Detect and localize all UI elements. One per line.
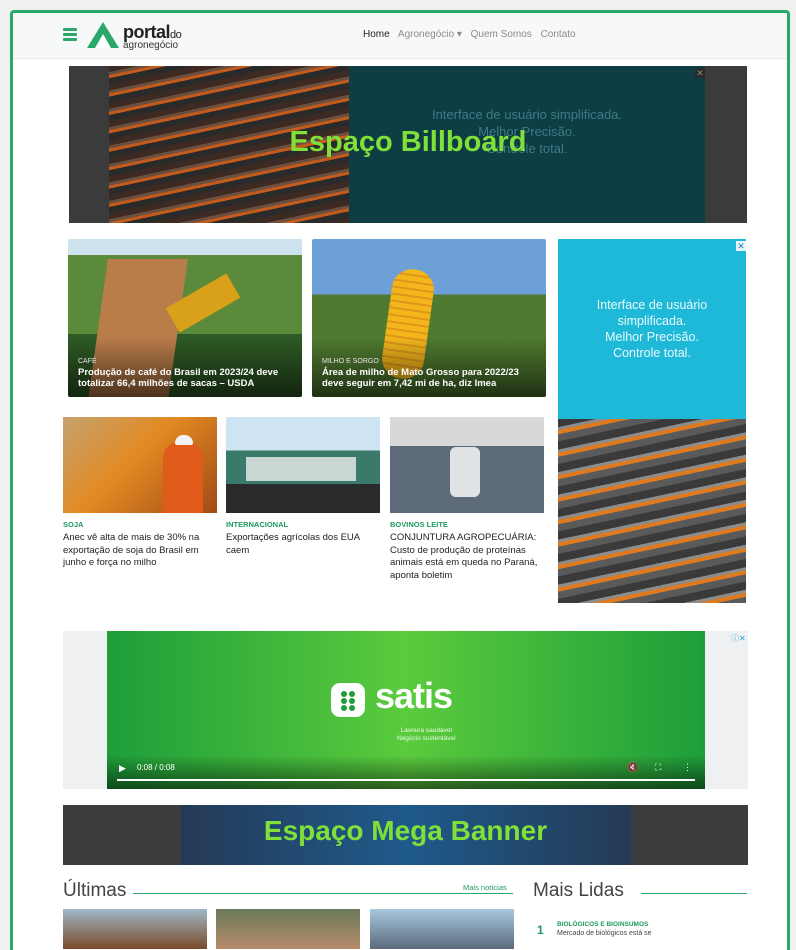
- nav-quem-somos[interactable]: Quem Somos: [471, 29, 532, 40]
- video-ad-player[interactable]: satis Lavoura saudável Negócio sustentáv…: [107, 631, 705, 789]
- browser-page: portaldo agronegócio Home Agronegócio ▾ …: [10, 10, 790, 950]
- play-icon[interactable]: ▶: [119, 763, 126, 774]
- sidebar-ad[interactable]: Interface de usuário simplificada. Melho…: [558, 239, 746, 603]
- news-image[interactable]: [226, 417, 380, 513]
- news-category[interactable]: BOVINOS LEITE: [390, 520, 544, 529]
- sidebar-ad-line: Melhor Precisão.: [605, 330, 699, 344]
- satis-logo-icon: [331, 683, 365, 717]
- news-image[interactable]: [63, 417, 217, 513]
- nav-agronegocio[interactable]: Agronegócio ▾: [398, 29, 462, 40]
- ad-close-icon[interactable]: ✕: [695, 68, 705, 78]
- featured-card-corn[interactable]: MILHO E SORGO Área de milho de Mato Gros…: [312, 239, 546, 397]
- news-category[interactable]: INTERNACIONAL: [226, 520, 380, 529]
- featured-category[interactable]: MILHO E SORGO: [322, 358, 379, 365]
- news-image[interactable]: [390, 417, 544, 513]
- mais-lidas-divider: [641, 893, 747, 894]
- sidebar-ad-text: Interface de usuário simplificada. Melho…: [558, 297, 746, 361]
- sidebar-ad-conveyor-image: [558, 419, 746, 603]
- featured-title[interactable]: Área de milho de Mato Grosso para 2022/2…: [322, 367, 542, 389]
- news-category[interactable]: SOJA: [63, 520, 217, 529]
- logo-triangle-icon: [87, 22, 119, 48]
- billboard-ghost-line: Interface de usuário simplificada.: [431, 107, 623, 122]
- sidebar-ad-line: Controle total.: [613, 346, 691, 360]
- news-card-soja[interactable]: SOJA Anec vê alta de mais de 30% na expo…: [63, 417, 217, 570]
- ad-close-icon[interactable]: ✕: [736, 241, 746, 251]
- latest-news-thumb[interactable]: [216, 909, 360, 949]
- billboard-title: Espaço Billboard: [289, 126, 527, 158]
- sidebar-ad-line: Interface de usuário: [596, 298, 708, 312]
- mega-banner-ad[interactable]: Espaço Mega Banner: [63, 805, 748, 865]
- satis-tagline-line: Negócio sustentável: [397, 735, 456, 742]
- billboard-ad[interactable]: Interface de usuário simplificada. Melho…: [69, 66, 747, 223]
- site-header: portaldo agronegócio Home Agronegócio ▾ …: [13, 13, 787, 59]
- main-nav: Home Agronegócio ▾ Quem Somos Contato: [363, 29, 582, 40]
- video-time: 0:08 / 0:08: [137, 763, 175, 772]
- video-progress-bar[interactable]: [117, 779, 695, 781]
- ultimas-heading: Últimas: [63, 880, 127, 901]
- logo-subtext: agronegócio: [123, 40, 179, 51]
- news-title[interactable]: Anec vê alta de mais de 30% na exportaçã…: [63, 532, 217, 570]
- featured-title[interactable]: Produção de café do Brasil em 2023/24 de…: [78, 367, 298, 389]
- mute-icon[interactable]: 🔇: [627, 762, 638, 773]
- ship-shape: [246, 457, 356, 481]
- most-read-title[interactable]: Mercado de biológicos está se: [557, 930, 652, 937]
- featured-card-coffee[interactable]: CAFÉ Produção de café do Brasil em 2023/…: [68, 239, 302, 397]
- mais-lidas-heading: Mais Lidas: [533, 880, 624, 901]
- ultimas-divider: [133, 893, 513, 894]
- featured-category[interactable]: CAFÉ: [78, 358, 97, 365]
- site-logo[interactable]: portaldo agronegócio: [85, 20, 205, 52]
- latest-news-thumb[interactable]: [63, 909, 207, 949]
- hardhat: [175, 435, 193, 445]
- nav-home[interactable]: Home: [363, 29, 390, 40]
- mais-noticias-link[interactable]: Mais notícias: [463, 883, 507, 892]
- milk-tank: [450, 447, 480, 497]
- mega-banner-title: Espaço Mega Banner: [263, 815, 548, 846]
- news-title[interactable]: CONJUNTURA AGROPECUÁRIA: Custo de produç…: [390, 532, 544, 582]
- nav-contato[interactable]: Contato: [541, 29, 576, 40]
- more-options-icon[interactable]: ⋮: [683, 762, 692, 773]
- latest-news-thumb[interactable]: [370, 909, 514, 949]
- news-card-internacional[interactable]: INTERNACIONAL Exportações agrícolas dos …: [226, 417, 380, 557]
- satis-tagline-line: Lavoura saudável: [400, 727, 452, 734]
- most-read-rank: 1: [537, 923, 544, 937]
- worker-figure: [163, 442, 203, 513]
- news-title[interactable]: Exportações agrícolas dos EUA caem: [226, 532, 380, 557]
- video-ad-container: satis Lavoura saudável Negócio sustentáv…: [63, 631, 748, 789]
- satis-tagline: Lavoura saudável Negócio sustentável: [397, 727, 456, 743]
- satis-brand-text: satis: [375, 675, 453, 716]
- most-read-category[interactable]: BIOLÓGICOS E BIOINSUMOS: [557, 921, 648, 928]
- video-controls: ▶ 0:08 / 0:08 🔇 ⛶ ⋮: [107, 755, 705, 789]
- adchoices-icon[interactable]: ⓘ✕: [731, 633, 746, 644]
- news-card-bovinos-leite[interactable]: BOVINOS LEITE CONJUNTURA AGROPECUÁRIA: C…: [390, 417, 544, 582]
- fullscreen-icon[interactable]: ⛶: [655, 762, 661, 773]
- sidebar-ad-line: simplificada.: [617, 314, 687, 328]
- hamburger-menu-icon[interactable]: [63, 28, 77, 41]
